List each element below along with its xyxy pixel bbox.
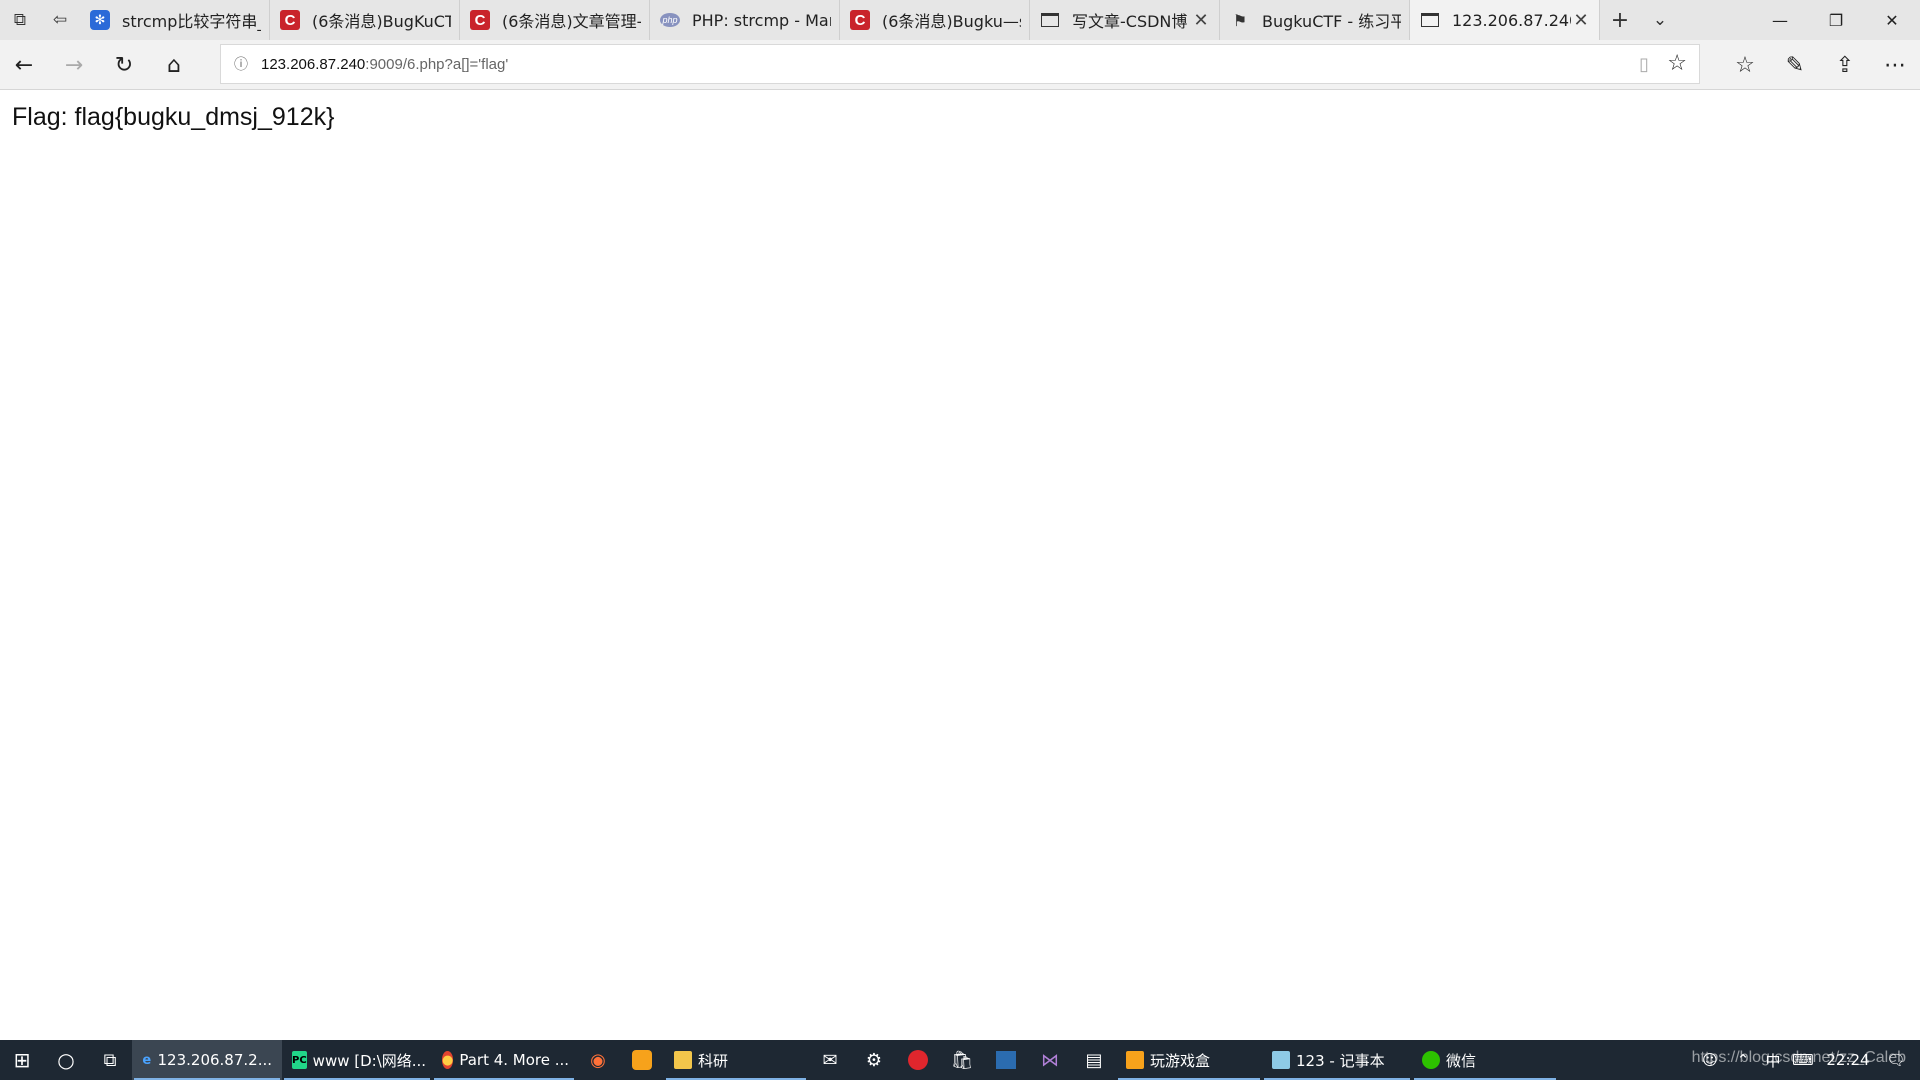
notification-icon[interactable]: 🗨 [1878, 1051, 1914, 1069]
taskbar-app-notepad[interactable]: 123 - 记事本 [1262, 1040, 1412, 1080]
tab-bugkuctf[interactable]: C (6条消息)BugKuCTF [270, 0, 460, 40]
page-icon [1420, 10, 1440, 30]
chrome-icon: ● [442, 1051, 454, 1069]
folder-icon [674, 1051, 692, 1069]
tab-title: (6条消息)Bugku—s [882, 12, 1021, 31]
favorites-hub-icon[interactable]: ☆ [1720, 45, 1770, 85]
taskbar-app-label: Part 4. More ... [459, 1051, 570, 1069]
tab-preview-icon[interactable]: ⧉ [0, 0, 40, 40]
notepad-icon [1272, 1051, 1290, 1069]
system-tray: ☺ ⌃ 中 ⌨ 22:24 🗨 [1692, 1040, 1920, 1080]
url-host: 123.206.87.240 [261, 55, 366, 73]
firefox-icon[interactable]: ◉ [576, 1040, 620, 1080]
game-box-icon [1126, 1051, 1144, 1069]
taskbar-app-wechat[interactable]: 微信 [1412, 1040, 1558, 1080]
tab-strcmp[interactable]: ✻ strcmp比较字符串_ [80, 0, 270, 40]
nav-right-tools: ☆ ✎ ⇪ ⋯ [1720, 45, 1920, 85]
store-icon[interactable]: 🛍 [940, 1040, 984, 1080]
tab-strip: ⧉ ⇦ ✻ strcmp比较字符串_ C (6条消息)BugKuCTF C (6… [0, 0, 1920, 40]
taskbar-app-folder[interactable]: 科研 [664, 1040, 808, 1080]
file-app-icon[interactable]: ▤ [1072, 1040, 1116, 1080]
settings-gear-icon[interactable]: ⚙ [852, 1040, 896, 1080]
url-path: :9009/6.php?a[]='flag' [365, 55, 509, 73]
flag-icon: ⚑ [1232, 10, 1248, 30]
close-window-icon[interactable]: ✕ [1864, 0, 1920, 40]
favorite-star-icon[interactable]: ☆ [1667, 51, 1687, 76]
share-icon[interactable]: ⇪ [1820, 45, 1870, 85]
refresh-icon[interactable]: ↻ [104, 45, 144, 85]
windows-start-icon[interactable]: ⊞ [0, 1040, 44, 1080]
task-view-icon[interactable]: ⧉ [88, 1040, 132, 1080]
page-icon [1040, 10, 1060, 30]
baidu-paw-icon: ✻ [90, 10, 110, 30]
tab-active-current[interactable]: 123.206.87.240 ✕ [1410, 0, 1600, 40]
taskbar-app-game-box[interactable]: 玩游戏盒 [1116, 1040, 1262, 1080]
tab-title: 写文章-CSDN博 [1072, 12, 1188, 31]
pen-notes-icon[interactable]: ✎ [1770, 45, 1820, 85]
taskbar-app-label: 123 - 记事本 [1296, 1051, 1385, 1070]
mail-icon[interactable]: ✉ [808, 1040, 852, 1080]
close-icon[interactable]: ✕ [1191, 10, 1211, 31]
forward-arrow-icon[interactable]: → [54, 45, 94, 85]
netease-music-icon[interactable] [896, 1040, 940, 1080]
edge-icon: e [142, 1052, 152, 1068]
taskbar-app-label: 微信 [1446, 1051, 1477, 1070]
tab-title: PHP: strcmp - Manu [692, 10, 831, 30]
taskbar-app-label: 科研 [698, 1051, 729, 1070]
tab-write-article[interactable]: 写文章-CSDN博 ✕ [1030, 0, 1220, 40]
orange-app-icon[interactable] [620, 1040, 664, 1080]
restore-icon[interactable]: ❐ [1808, 0, 1864, 40]
reading-view-icon[interactable]: ▯ [1639, 54, 1649, 75]
taskbar-app-pycharm[interactable]: PC www [D:\网络... [282, 1040, 432, 1080]
clock[interactable]: 22:24 [1818, 1051, 1878, 1069]
chevron-up-icon[interactable]: ⌃ [1728, 1051, 1758, 1069]
tab-title: (6条消息)BugKuCTF [312, 12, 451, 31]
keyboard-icon[interactable]: ⌨ [1788, 1051, 1818, 1069]
chevron-down-icon[interactable]: ⌄ [1640, 0, 1680, 40]
people-icon[interactable]: ☺ [1692, 1051, 1728, 1069]
csdn-c-icon: C [280, 10, 300, 30]
csdn-c-icon: C [850, 10, 870, 30]
wechat-icon [1422, 1051, 1440, 1069]
tab-php-strcmp[interactable]: php PHP: strcmp - Manu [650, 0, 840, 40]
visual-studio-icon[interactable]: ⋈ [1028, 1040, 1072, 1080]
tab-title: 123.206.87.240 [1452, 10, 1571, 30]
address-bar[interactable]: ⓘ 123.206.87.240:9009/6.php?a[]='flag' ▯… [220, 44, 1700, 84]
csdn-c-icon: C [470, 10, 490, 30]
minimize-icon[interactable]: — [1752, 0, 1808, 40]
tab-title: strcmp比较字符串_ [122, 12, 261, 31]
taskbar-app-label: 123.206.87.2... [157, 1051, 273, 1069]
dev-tool-icon[interactable] [984, 1040, 1028, 1080]
php-icon: php [660, 10, 680, 30]
page-content: Flag: flag{bugku_dmsj_912k} [0, 91, 1920, 1040]
pycharm-icon: PC [292, 1051, 307, 1069]
taskbar-app-chrome[interactable]: ● Part 4. More ... [432, 1040, 576, 1080]
navigation-bar: ← → ↻ ⌂ ⓘ 123.206.87.240:9009/6.php?a[]=… [0, 40, 1920, 90]
taskbar-app-label: 玩游戏盒 [1150, 1051, 1211, 1070]
window-controls: — ❐ ✕ [1752, 0, 1920, 40]
new-tab-icon[interactable]: + [1600, 0, 1640, 40]
tab-title: BugkuCTF - 练习平 [1262, 12, 1401, 31]
close-icon[interactable]: ✕ [1571, 10, 1591, 31]
back-arrow-icon[interactable]: ← [4, 45, 44, 85]
tab-article-manage[interactable]: C (6条消息)文章管理- [460, 0, 650, 40]
tab-bugku-s[interactable]: C (6条消息)Bugku—s [840, 0, 1030, 40]
flag-output-text: Flag: flag{bugku_dmsj_912k} [12, 103, 335, 131]
cortana-search-icon[interactable]: ○ [44, 1040, 88, 1080]
taskbar: ⊞ ○ ⧉ e 123.206.87.2... PC www [D:\网络...… [0, 1040, 1920, 1080]
tab-title: (6条消息)文章管理- [502, 12, 641, 31]
info-icon[interactable]: ⓘ [221, 54, 261, 74]
home-icon[interactable]: ⌂ [154, 45, 194, 85]
tab-bugkuctf-platform[interactable]: ⚑ BugkuCTF - 练习平 [1220, 0, 1410, 40]
ime-indicator[interactable]: 中 [1758, 1050, 1788, 1071]
url-text[interactable]: 123.206.87.240:9009/6.php?a[]='flag' [261, 56, 508, 73]
more-icon[interactable]: ⋯ [1870, 45, 1920, 85]
taskbar-app-label: www [D:\网络... [312, 1051, 427, 1070]
set-aside-tabs-icon[interactable]: ⇦ [40, 0, 80, 40]
taskbar-app-edge[interactable]: e 123.206.87.2... [132, 1040, 282, 1080]
browser-window: ⧉ ⇦ ✻ strcmp比较字符串_ C (6条消息)BugKuCTF C (6… [0, 0, 1920, 1080]
